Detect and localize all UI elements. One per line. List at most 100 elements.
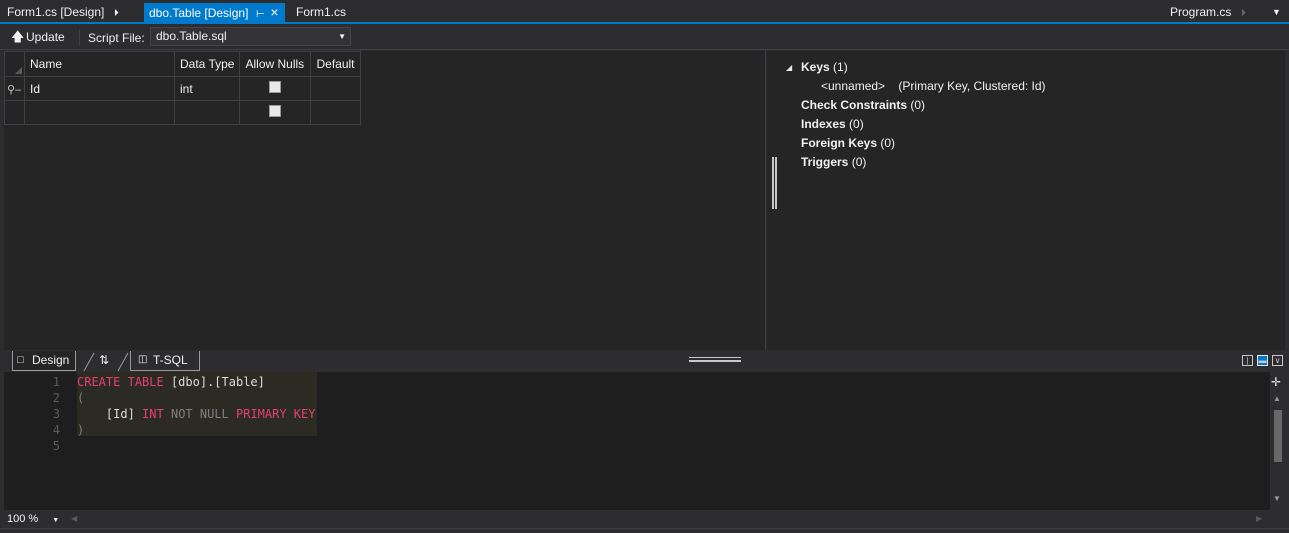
- tab-tsql-view[interactable]: ◫ T-SQL: [130, 351, 200, 371]
- line-number: 3: [52, 407, 60, 421]
- collapse-pane-icon[interactable]: ∨: [1272, 355, 1283, 366]
- cell-name[interactable]: Id: [24, 76, 175, 101]
- pin-icon[interactable]: ⏵: [110, 4, 122, 23]
- tsql-view-label: T-SQL: [153, 353, 188, 367]
- tsql-editor[interactable]: 1 2 3 4 5 CREATE TABLE [dbo].[Table] ( […: [4, 372, 1270, 510]
- columns-grid-pane: Name Data Type Allow Nulls Default ⚲– Id…: [4, 51, 766, 350]
- grid-header-row: Name Data Type Allow Nulls Default: [4, 51, 361, 77]
- check-constraints-count: (0): [910, 98, 926, 112]
- expand-triangle-icon[interactable]: ◢: [786, 63, 792, 72]
- tab-label: Form1.cs: [296, 5, 347, 19]
- chevron-down-icon: ▼: [52, 517, 60, 524]
- horizontal-split-icon[interactable]: ▬: [1257, 355, 1268, 366]
- view-switch-bar: □ Design ⇅ ◫ T-SQL: [4, 350, 1285, 372]
- script-file-label: Script File:: [88, 31, 145, 45]
- table-properties-pane: [767, 51, 1285, 350]
- triggers-label: Triggers: [801, 155, 849, 169]
- keyword-primary-key: PRIMARY KEY: [236, 407, 316, 421]
- split-editor-icon[interactable]: ✛: [1271, 375, 1281, 389]
- line-number: 4: [52, 423, 60, 437]
- line-number: 1: [52, 375, 60, 389]
- grid-select-all[interactable]: [4, 51, 25, 77]
- script-file-select[interactable]: dbo.Table.sql ▼: [150, 27, 351, 46]
- code-line-1: CREATE TABLE [dbo].[Table]: [77, 375, 265, 389]
- column-header-data-type[interactable]: Data Type: [173, 51, 241, 77]
- editor-vertical-scrollbar[interactable]: ✛ ▲ ▼: [1270, 372, 1285, 510]
- design-view-label: Design: [32, 353, 70, 367]
- allow-nulls-checkbox[interactable]: [269, 81, 282, 93]
- code-line-2: (: [77, 391, 85, 405]
- update-button[interactable]: 🡅 Update: [8, 28, 65, 46]
- tab-program[interactable]: Program.cs ⏵: [1163, 3, 1256, 22]
- foreign-keys-node[interactable]: Foreign Keys (0): [801, 136, 895, 150]
- column-header-name[interactable]: Name: [24, 51, 175, 77]
- scroll-up-icon[interactable]: ▲: [1273, 394, 1281, 403]
- allow-nulls-checkbox[interactable]: [269, 105, 282, 117]
- select-all-triangle-icon: [15, 67, 22, 74]
- swap-panes-button[interactable]: ⇅: [94, 351, 118, 371]
- keyword-int: INT: [142, 407, 164, 421]
- pane-splitter-grip[interactable]: [772, 157, 777, 209]
- tab-table-design[interactable]: dbo.Table [Design] ⊢ ×: [144, 3, 286, 24]
- pin-icon[interactable]: ⏵: [1237, 4, 1249, 23]
- upload-arrow-icon: 🡅: [11, 29, 25, 44]
- row-selector[interactable]: [4, 100, 25, 125]
- scroll-down-icon[interactable]: ▼: [1273, 494, 1281, 503]
- zoom-select[interactable]: 100 % ▼: [7, 513, 59, 525]
- column-header-default[interactable]: Default: [310, 51, 361, 77]
- toolbar-separator: [79, 29, 80, 45]
- table-row[interactable]: ⚲– Id int: [4, 76, 361, 101]
- swap-arrows-icon: ⇅: [99, 353, 110, 367]
- cell-allow-nulls: [239, 100, 312, 125]
- table-row[interactable]: [4, 100, 361, 125]
- design-view-icon: □: [17, 354, 24, 366]
- triggers-node[interactable]: Triggers (0): [801, 155, 866, 169]
- tab-list-dropdown-icon[interactable]: ▼: [1272, 7, 1281, 17]
- designer-toolbar: 🡅 Update Script File: dbo.Table.sql ▼: [0, 24, 1289, 50]
- pin-icon[interactable]: ⊢: [254, 5, 266, 24]
- indexes-node[interactable]: Indexes (0): [801, 117, 864, 131]
- vertical-split-icon[interactable]: |: [1242, 355, 1253, 366]
- key-item[interactable]: <unnamed> (Primary Key, Clustered: Id): [821, 79, 1046, 93]
- scroll-right-icon[interactable]: ▶: [1256, 514, 1262, 523]
- close-icon[interactable]: ×: [268, 3, 280, 22]
- window-bottom-edge: [0, 528, 1289, 533]
- line-number: 2: [52, 391, 60, 405]
- update-button-label: Update: [26, 30, 65, 44]
- cell-name[interactable]: [24, 100, 175, 125]
- cell-default[interactable]: [310, 76, 361, 101]
- indexes-count: (0): [849, 117, 864, 131]
- keyword-not-null: NOT NULL: [170, 407, 229, 421]
- key-name: <unnamed>: [821, 79, 886, 93]
- tab-label: Form1.cs [Design]: [7, 5, 105, 19]
- tab-divider-icon: [83, 352, 95, 372]
- scrollbar-thumb[interactable]: [1274, 410, 1282, 462]
- triggers-count: (0): [851, 155, 867, 169]
- tab-label: Program.cs: [1170, 5, 1232, 19]
- view-splitter-grip[interactable]: [689, 357, 741, 362]
- scroll-left-icon[interactable]: ◀: [71, 514, 77, 523]
- indexes-label: Indexes: [801, 117, 846, 131]
- tab-form1-design[interactable]: Form1.cs [Design] ⏵: [0, 3, 129, 22]
- column-identifier: [Id]: [105, 407, 135, 421]
- document-tab-bar: Form1.cs [Design] ⏵ dbo.Table [Design] ⊢ × …: [0, 0, 1289, 24]
- keys-count: (1): [833, 60, 848, 74]
- tab-design-view[interactable]: □ Design: [12, 351, 76, 371]
- table-identifier: [dbo].[Table]: [170, 375, 265, 389]
- keyword-table: TABLE: [127, 375, 164, 389]
- key-detail: (Primary Key, Clustered: Id): [898, 79, 1046, 93]
- row-selector[interactable]: ⚲–: [4, 76, 25, 101]
- cell-data-type[interactable]: [173, 100, 241, 125]
- tab-divider-icon: [117, 352, 129, 372]
- keys-node[interactable]: Keys (1): [801, 60, 848, 74]
- keyword-create: CREATE: [77, 375, 121, 389]
- tsql-view-icon: ◫: [138, 354, 148, 365]
- cell-data-type[interactable]: int: [173, 76, 241, 101]
- tab-form1[interactable]: Form1.cs: [289, 3, 353, 22]
- line-number: 5: [52, 439, 60, 453]
- code-line-4: ): [77, 423, 85, 437]
- cell-allow-nulls: [239, 76, 312, 101]
- check-constraints-node[interactable]: Check Constraints (0): [801, 98, 925, 112]
- cell-default[interactable]: [310, 100, 361, 125]
- column-header-allow-nulls[interactable]: Allow Nulls: [239, 51, 312, 77]
